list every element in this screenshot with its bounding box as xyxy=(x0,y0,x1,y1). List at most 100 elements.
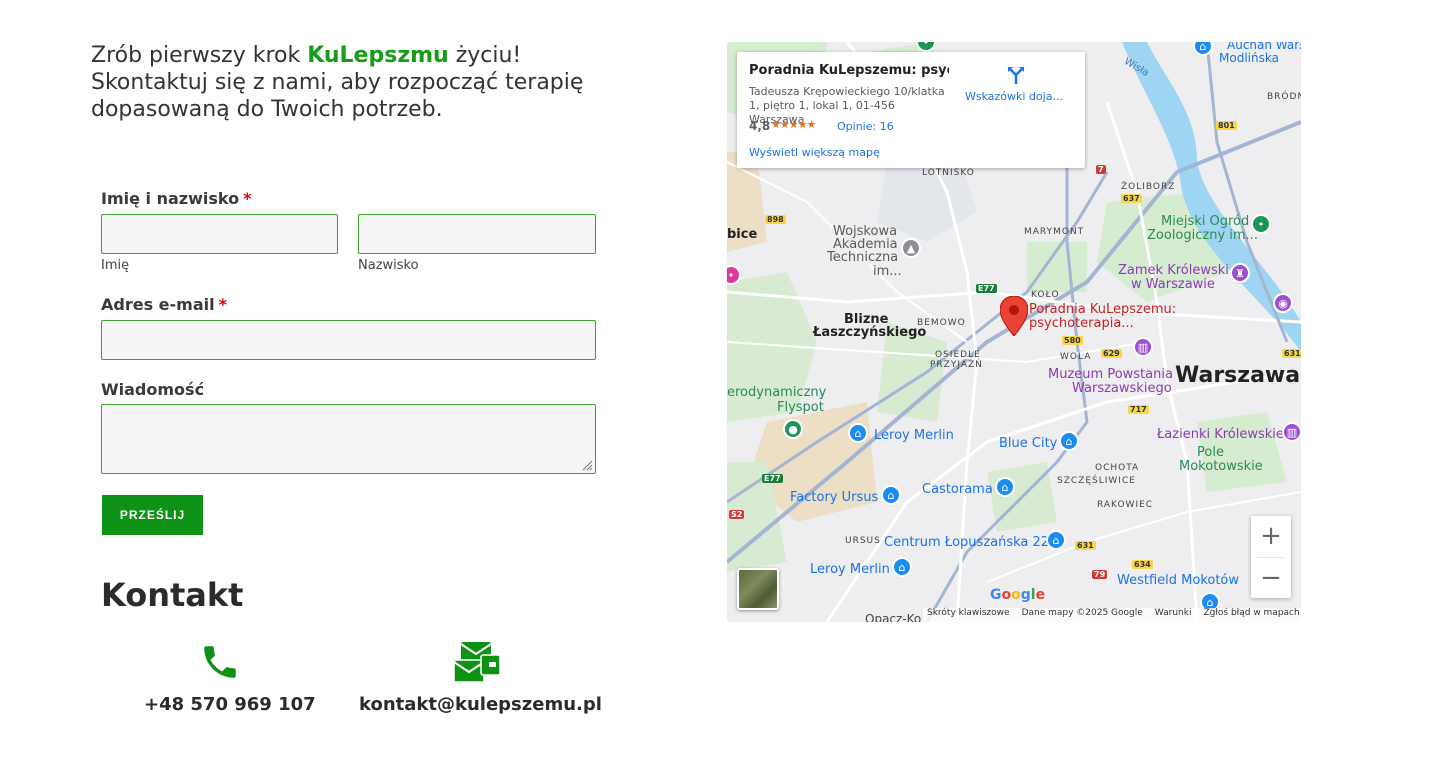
resize-handle-icon[interactable] xyxy=(581,459,593,471)
map-label-lazienki: Łazienki Królewskie xyxy=(1157,427,1284,442)
map-label-wola: WOLA xyxy=(1060,352,1092,362)
road-631-south: 631 xyxy=(1075,541,1096,550)
place-rating: 4,8 xyxy=(749,119,771,133)
road-7: 7 xyxy=(1096,165,1106,174)
shopping-pin-icon[interactable]: ⌂ xyxy=(1059,431,1079,451)
shopping-pin-icon[interactable]: ⌂ xyxy=(848,423,868,443)
terms-link[interactable]: Warunki xyxy=(1155,608,1192,622)
contact-email[interactable]: kontakt@kulepszemu.pl xyxy=(359,694,602,715)
map-label-muzeum-2: Warszawskiego xyxy=(1072,381,1172,396)
envelopes-icon xyxy=(453,642,501,683)
satellite-layer-toggle[interactable] xyxy=(737,568,779,610)
directions-icon[interactable] xyxy=(1005,64,1027,86)
place-info-card: Poradnia KuLepszemu: psych... Tadeusza K… xyxy=(737,52,1085,168)
map-label-osiedle: OSIEDLE xyxy=(935,350,981,360)
map-label-factory-ursus: Factory Ursus xyxy=(790,490,879,505)
map-attribution: Skróty klawiszowe Dane mapy ©2025 Google… xyxy=(923,608,1301,622)
school-pin-icon[interactable]: ▲ xyxy=(901,238,921,258)
intro-brand: KuLepszmu xyxy=(307,43,449,68)
contact-heading: Kontakt xyxy=(101,576,244,614)
map-label-bice: bice xyxy=(727,227,758,242)
name-label: Imię i nazwisko * xyxy=(101,189,251,208)
submit-button[interactable]: PRZEŚLIJ xyxy=(102,495,203,535)
last-name-sublabel: Nazwisko xyxy=(358,258,419,273)
road-79: 79 xyxy=(1092,570,1108,579)
map-label-bemowo: BEMOWO xyxy=(917,318,966,328)
road-634: 634 xyxy=(1132,560,1153,569)
name-label-text: Imię i nazwisko xyxy=(101,189,240,208)
map-label-ochota: OCHOTA xyxy=(1095,463,1140,473)
map-label-ursus: URSUS xyxy=(845,536,881,546)
map-label-aero: erodynamiczny xyxy=(727,385,827,400)
intro-line1-post: życiu! xyxy=(448,43,522,68)
map-label-szczesliwice: SZCZĘŚLIWICE xyxy=(1057,476,1136,486)
road-e77-north: E77 xyxy=(976,284,997,293)
map-embed[interactable]: Auchan Wars Modlińska Wisła BRÓDNO LOTNI… xyxy=(727,42,1301,622)
map-label-zoo-2: Zoologiczny im... xyxy=(1147,228,1258,243)
zoom-in-button[interactable]: + xyxy=(1251,516,1291,556)
directions-link[interactable]: Wskazówki doja... xyxy=(965,90,1065,103)
museum-pin-icon[interactable]: ◉ xyxy=(1273,293,1293,313)
marker-label-1: Poradnia KuLepszemu: xyxy=(1029,302,1177,317)
place-title: Poradnia KuLepszemu: psych... xyxy=(749,63,949,78)
map-label-auchan-sub: Modlińska xyxy=(1219,51,1279,65)
map-label-opacz: Opacz-Ko xyxy=(865,612,922,622)
map-label-blizne-2: Łaszczyńskiego xyxy=(813,325,927,340)
map-label-wat-4: im... xyxy=(873,264,902,279)
map-label-muzeum: Muzeum Powstania xyxy=(1048,367,1173,382)
location-marker-icon[interactable] xyxy=(1000,296,1028,336)
contact-phone[interactable]: +48 570 969 107 xyxy=(144,694,316,715)
shopping-pin-icon[interactable]: ⌂ xyxy=(995,477,1015,497)
map-label-bluecity: Blue City xyxy=(999,436,1058,451)
map-label-rakowiec: RAKOWIEC xyxy=(1097,500,1154,510)
zoo-pin-icon[interactable]: • xyxy=(1251,214,1271,234)
map-label-zamek: Zamek Królewski xyxy=(1118,263,1229,278)
road-s2: S2 xyxy=(729,510,745,519)
road-e77-south: E77 xyxy=(762,474,783,483)
map-label-westfield: Westfield Mokotów xyxy=(1117,573,1240,588)
first-name-input[interactable] xyxy=(101,214,338,254)
marker-label-2: psychoterapia... xyxy=(1029,316,1134,331)
email-label: Adres e-mail * xyxy=(101,295,227,314)
message-label: Wiadomość xyxy=(101,380,205,399)
required-mark: * xyxy=(243,189,252,208)
map-label-brodno: BRÓDNO xyxy=(1267,92,1301,102)
intro-text: Zrób pierwszy krok KuLepszmu życiu! Skon… xyxy=(91,42,651,123)
map-label-marymont: MARYMONT xyxy=(1024,227,1085,237)
shopping-pin-icon[interactable]: ⌂ xyxy=(892,557,912,577)
message-textarea[interactable] xyxy=(101,404,596,474)
road-580: 580 xyxy=(1062,336,1083,345)
shopping-pin-icon[interactable]: ⌂ xyxy=(1046,530,1066,550)
museum-pin-icon[interactable]: ▥ xyxy=(1282,422,1301,442)
google-logo: Google xyxy=(990,587,1046,603)
intro-line2: Skontaktuj się z nami, aby rozpocząć ter… xyxy=(91,70,584,122)
zoom-out-button[interactable]: − xyxy=(1251,558,1291,598)
map-label-pole-2: Mokotowskie xyxy=(1179,459,1263,474)
road-801: 801 xyxy=(1216,121,1237,130)
required-mark: * xyxy=(218,295,227,314)
shopping-pin-icon[interactable]: ⌂ xyxy=(881,485,901,505)
report-error-link[interactable]: Zgłoś błąd w mapach xyxy=(1203,608,1299,622)
rating-stars: ★★★★★ xyxy=(771,118,816,131)
park-pin-icon[interactable]: ● xyxy=(783,419,803,439)
map-label-leroy-2: Leroy Merlin xyxy=(810,562,890,577)
email-input[interactable] xyxy=(101,320,596,360)
map-label-zoliborz: ŻOLIBORZ xyxy=(1121,182,1176,192)
bigger-map-link[interactable]: Wyświetl większą mapę xyxy=(749,146,880,159)
castle-pin-icon[interactable]: ♜ xyxy=(1230,263,1250,283)
map-label-pole: Pole xyxy=(1197,445,1224,460)
museum-pin-icon[interactable]: ▥ xyxy=(1133,337,1153,357)
reviews-link[interactable]: Opinie: 16 xyxy=(837,120,894,133)
zoom-control: + − xyxy=(1251,516,1291,598)
road-631-east: 631 xyxy=(1282,349,1301,358)
last-name-input[interactable] xyxy=(358,214,596,254)
keyboard-shortcuts-link[interactable]: Skróty klawiszowe xyxy=(927,608,1010,622)
map-label-centrum: Centrum Łopuszańska 22 xyxy=(884,535,1050,550)
road-629: 629 xyxy=(1101,349,1122,358)
first-name-sublabel: Imię xyxy=(101,258,130,273)
map-label-wat-3: Techniczna xyxy=(827,250,899,265)
road-637: 637 xyxy=(1121,194,1142,203)
map-label-zamek-2: w Warszawie xyxy=(1131,277,1215,292)
map-label-lotnisko: LOTNISKO xyxy=(922,168,975,178)
map-label-kolo: KOŁO xyxy=(1031,290,1060,300)
